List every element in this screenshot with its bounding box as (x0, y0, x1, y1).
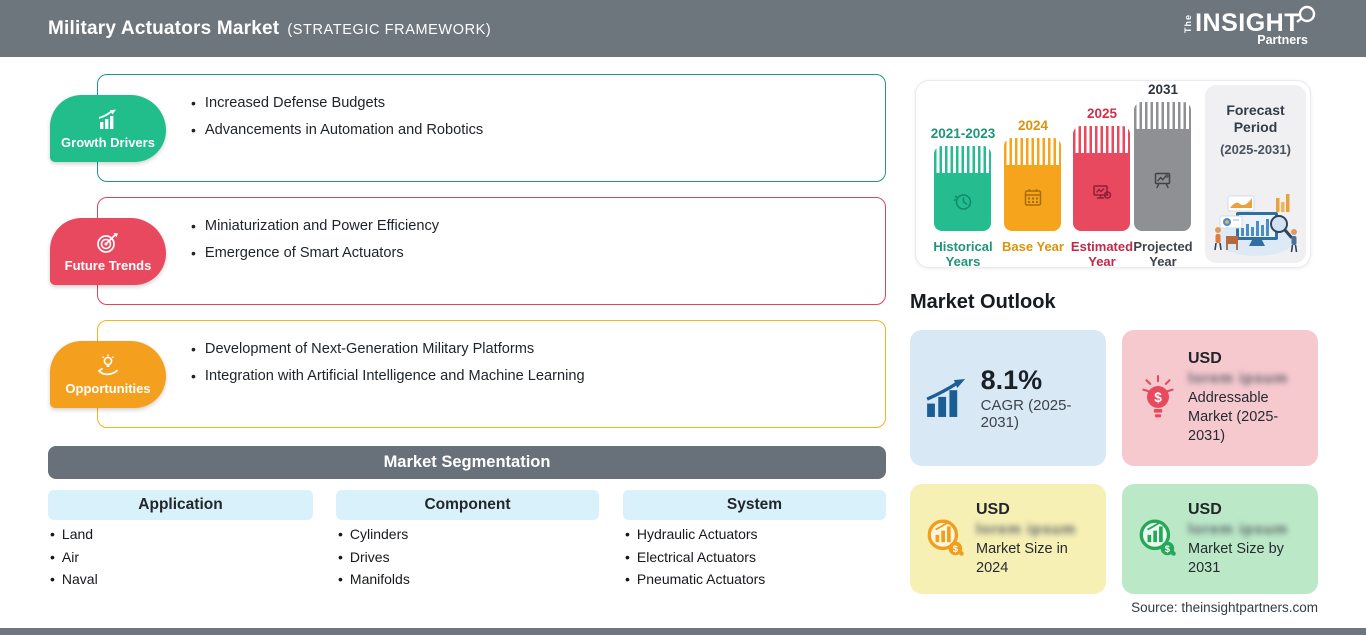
base-year-bar (1004, 138, 1061, 231)
future-trends-list: Miniaturization and Power Efficiency Eme… (98, 198, 885, 261)
title-text: Military Actuators Market (48, 17, 280, 39)
currency-label: USD (1188, 350, 1222, 367)
estimated-year-bar (1073, 126, 1130, 231)
magnifier-circle-icon (1296, 5, 1316, 23)
forecast-title-line1: Forecast (1226, 102, 1285, 118)
list-item: Land (50, 526, 98, 542)
target-dart-icon (97, 232, 118, 253)
list-item: Pneumatic Actuators (625, 571, 765, 587)
growth-drivers-box: Growth Drivers Increased Defense Budgets… (50, 74, 886, 182)
market-outlook-title: Market Outlook (910, 291, 1056, 313)
list-item: Increased Defense Budgets (191, 95, 885, 111)
projected-year-bar (1134, 102, 1191, 231)
list-item: Development of Next-Generation Military … (191, 341, 885, 357)
segmentation-column-component: Component (336, 490, 599, 520)
header: Military Actuators Market (STRATEGIC FRAM… (0, 0, 1366, 57)
monitor-gear-icon (1092, 185, 1111, 199)
forecast-illustration (1214, 194, 1298, 256)
cagr-label: CAGR (2025-2031) (980, 397, 1072, 431)
growth-arrow-chart-icon (926, 379, 966, 417)
blurred-value: lorem ipsum (976, 520, 1077, 538)
growth-drivers-list: Increased Defense Budgets Advancements i… (98, 75, 885, 138)
list-item: Air (50, 549, 98, 565)
subtitle-text: (STRATEGIC FRAMEWORK) (287, 21, 492, 38)
presentation-chart-icon (1154, 172, 1170, 189)
list-item: Advancements in Automation and Robotics (191, 122, 885, 138)
bar-chart-arrow-icon (98, 109, 116, 129)
currency-label: USD (1188, 500, 1222, 518)
dollar-bulb-icon: $ (1142, 375, 1174, 418)
cagr-card: 8.1% CAGR (2025-2031) (910, 330, 1106, 466)
timeline-card: 2021-2023 2024 2025 2031 Historical Year… (915, 80, 1311, 269)
blurred-value: lorem ipsum (1188, 370, 1289, 387)
insight-partners-logo: The INSIGHT Partners (1183, 5, 1318, 47)
year-projected: 2031 (1147, 82, 1179, 97)
market-segmentation-header: Market Segmentation (48, 446, 886, 479)
card-label: Addressable Market (2025-2031) (1188, 390, 1279, 444)
future-trends-box: Future Trends Miniaturization and Power … (50, 197, 886, 305)
calendar-icon (1024, 189, 1041, 206)
bulb-hand-icon (98, 354, 118, 375)
year-base: 2024 (1017, 118, 1049, 133)
svg-text:$: $ (1154, 390, 1162, 405)
future-trends-badge: Future Trends (50, 218, 166, 285)
opportunities-list: Development of Next-Generation Military … (98, 321, 885, 384)
market-size-2031-card: $ USD lorem ipsum Market Size by 2031 (1122, 484, 1318, 594)
opportunities-label: Opportunities (65, 380, 151, 396)
component-list: Cylinders Drives Manifolds (338, 526, 410, 594)
list-item: Drives (338, 549, 410, 565)
historical-years-bar (934, 146, 991, 231)
magnifier-chart-icon: $ (927, 519, 964, 556)
list-item: Integration with Artificial Intelligence… (191, 368, 885, 384)
opportunities-badge: Opportunities (50, 341, 166, 408)
list-item: Hydraulic Actuators (625, 526, 765, 542)
blurred-value: lorem ipsum (1188, 520, 1289, 538)
projected-year-label: Projected Year (1133, 239, 1193, 269)
forecast-title-line2: Period (1233, 119, 1278, 135)
opportunities-box: Opportunities Development of Next-Genera… (50, 320, 886, 428)
addressable-market-card: $ USD lorem ipsum Addressable Market (20… (1122, 330, 1318, 466)
logo-the: The (1183, 13, 1194, 33)
forecast-range: (2025-2031) (1220, 142, 1291, 157)
future-trends-label: Future Trends (64, 257, 152, 273)
segmentation-column-application: Application (48, 490, 313, 520)
application-list: Land Air Naval (50, 526, 98, 594)
forecast-period-panel: Forecast Period (2025-2031) (1205, 85, 1306, 263)
currency-label: USD (976, 500, 1010, 518)
clock-history-icon (953, 194, 971, 210)
year-historical: 2021-2023 (930, 126, 996, 141)
list-item: Miniaturization and Power Efficiency (191, 218, 885, 234)
year-estimated: 2025 (1086, 106, 1118, 121)
growth-drivers-label: Growth Drivers (61, 134, 155, 150)
market-size-2024-card: $ USD lorem ipsum Market Size in 2024 (910, 484, 1106, 594)
card-label: Market Size by 2031 (1188, 540, 1284, 576)
list-item: Cylinders (338, 526, 410, 542)
page-title: Military Actuators Market (STRATEGIC FRAM… (48, 18, 491, 40)
svg-text:$: $ (953, 543, 959, 554)
svg-text:$: $ (1165, 543, 1171, 554)
list-item: Naval (50, 571, 98, 587)
list-item: Manifolds (338, 571, 410, 587)
base-year-label: Base Year (1002, 239, 1064, 254)
source-text: Source: theinsightpartners.com (1131, 600, 1318, 615)
cagr-value: 8.1% (980, 365, 1043, 395)
magnifier-chart-icon: $ (1139, 519, 1176, 556)
logo-name: INSIGHT (1195, 8, 1300, 37)
system-list: Hydraulic Actuators Electrical Actuators… (625, 526, 765, 594)
historical-years-label: Historical Years (933, 239, 993, 269)
segmentation-column-system: System (623, 490, 886, 520)
bottom-strip (0, 628, 1366, 635)
list-item: Emergence of Smart Actuators (191, 245, 885, 261)
list-item: Electrical Actuators (625, 549, 765, 565)
growth-drivers-badge: Growth Drivers (50, 95, 166, 162)
card-label: Market Size in 2024 (976, 540, 1068, 576)
